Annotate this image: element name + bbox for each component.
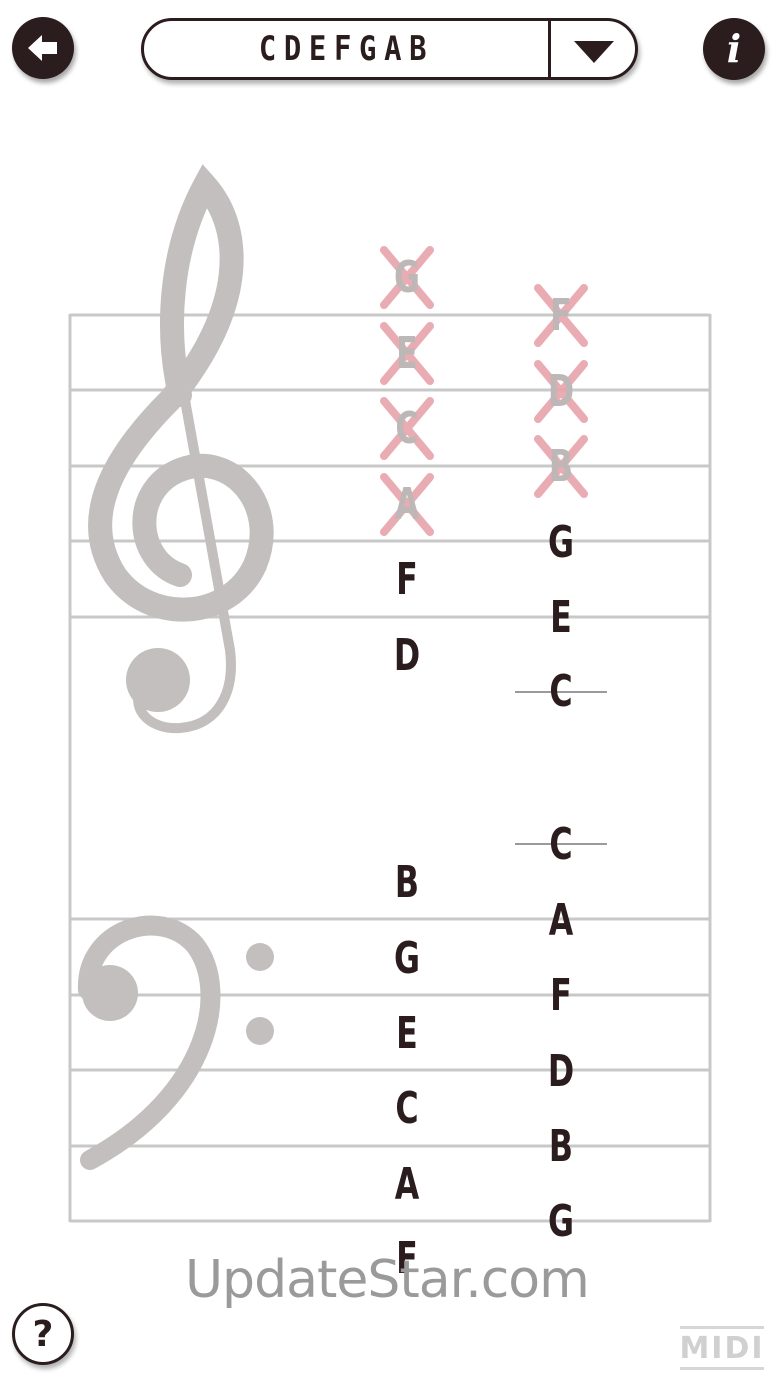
note-e-disabled[interactable]: E [385, 329, 428, 379]
note-g[interactable]: G [385, 934, 428, 984]
note-c-disabled[interactable]: C [385, 404, 428, 454]
note-b[interactable]: B [539, 1122, 582, 1172]
note-f-disabled[interactable]: F [539, 291, 582, 341]
note-g-disabled[interactable]: G [385, 253, 428, 303]
question-icon: ? [32, 1313, 54, 1355]
note-e[interactable]: E [539, 593, 582, 643]
note-c-ledger[interactable]: C [539, 667, 582, 717]
bass-clef-icon [78, 915, 274, 1170]
note-g[interactable]: G [539, 518, 582, 568]
note-f[interactable]: F [385, 555, 428, 605]
midi-label: MIDI [679, 1330, 765, 1366]
midi-logo: MIDI [679, 1326, 765, 1370]
note-f[interactable]: F [539, 971, 582, 1021]
note-d-disabled[interactable]: D [539, 367, 582, 417]
note-c-ledger[interactable]: C [539, 820, 582, 870]
treble-clef-icon [88, 164, 274, 734]
note-a[interactable]: A [539, 896, 582, 946]
note-b[interactable]: B [385, 858, 428, 908]
help-button[interactable]: ? [12, 1303, 74, 1365]
note-c[interactable]: C [385, 1084, 428, 1134]
note-a[interactable]: A [385, 1160, 428, 1210]
note-b-disabled[interactable]: B [539, 442, 582, 492]
note-e[interactable]: E [385, 1009, 428, 1059]
note-d[interactable]: D [385, 631, 428, 681]
watermark-text: UpdateStar.com [185, 1250, 590, 1310]
note-g[interactable]: G [539, 1197, 582, 1247]
note-d[interactable]: D [539, 1047, 582, 1097]
note-a-disabled[interactable]: A [385, 480, 428, 530]
